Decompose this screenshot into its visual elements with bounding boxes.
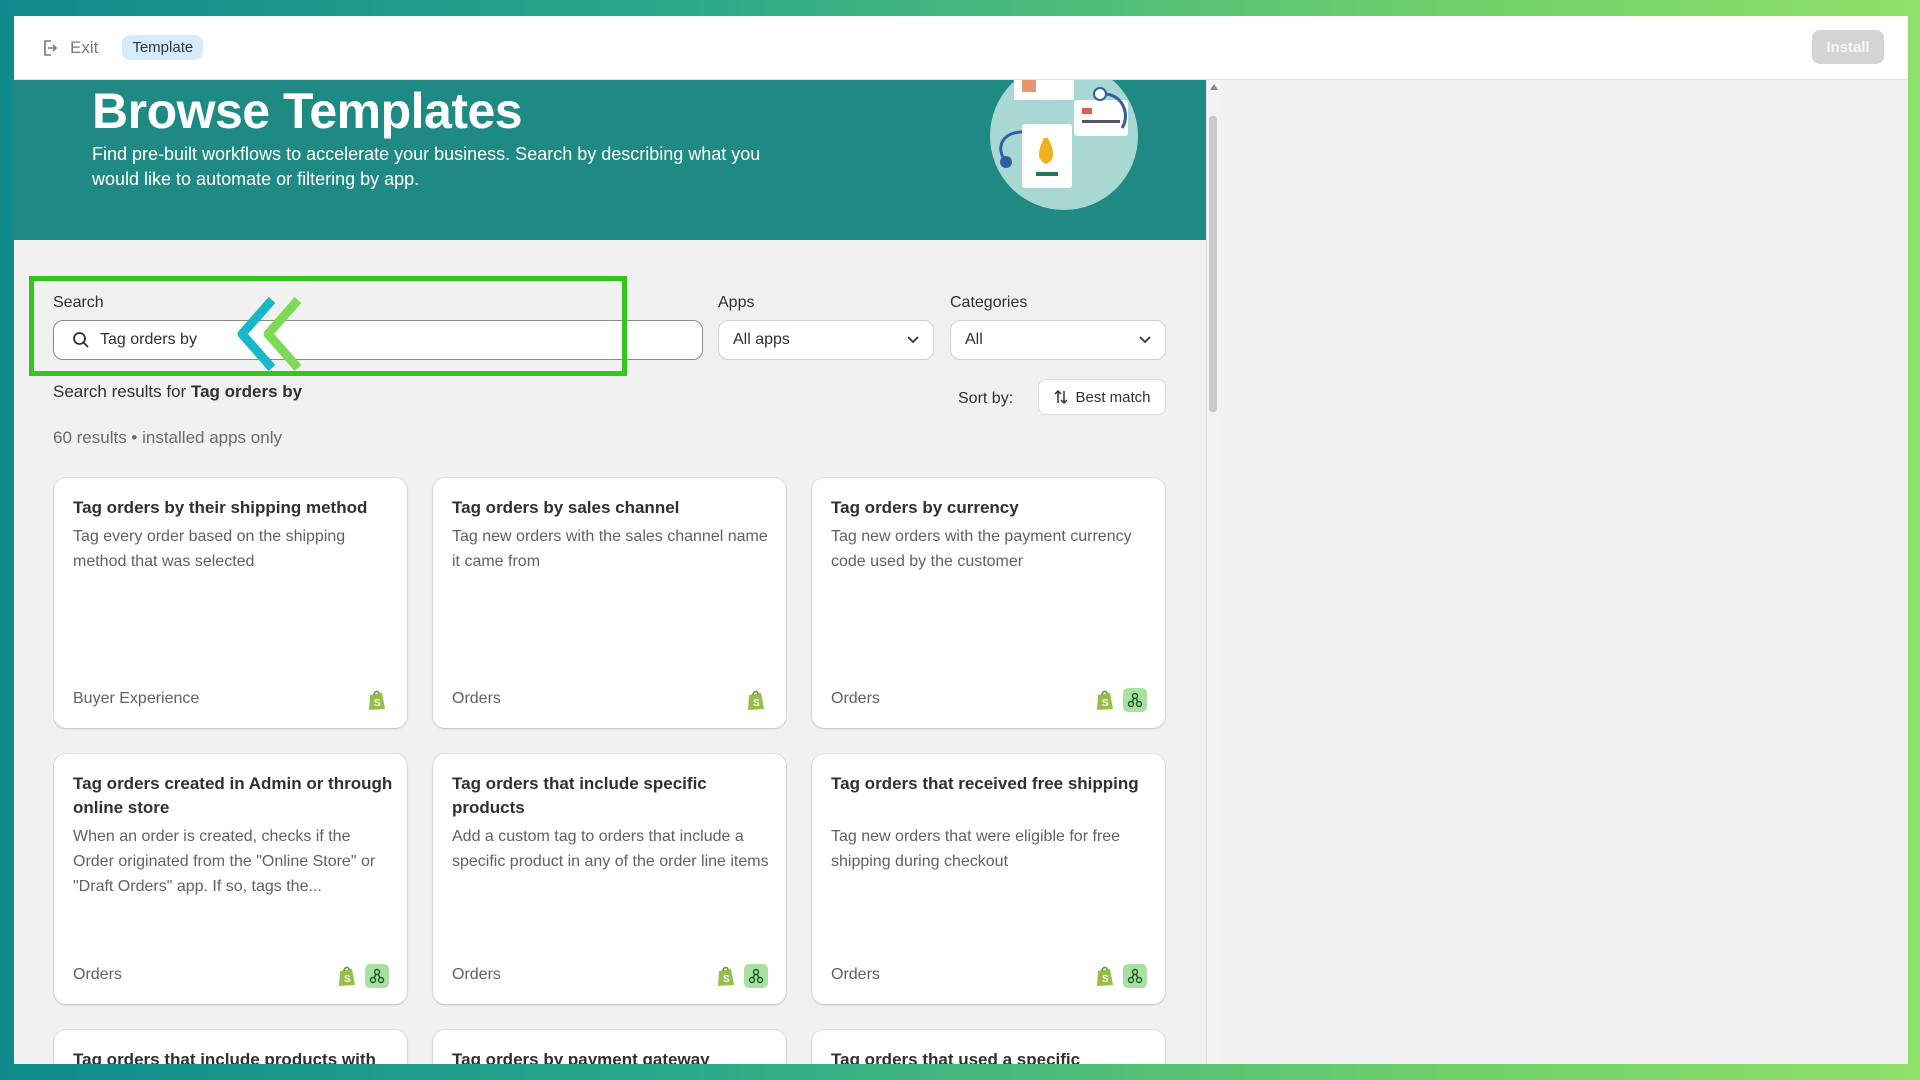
exit-icon [44,39,58,56]
shopify-icon: S [1093,964,1117,988]
sort-value: Best match [1075,388,1151,406]
card-category: Orders [73,966,122,983]
card-title: Tag orders by their shipping method [73,498,368,517]
template-card[interactable]: Tag orders by payment gateway [433,1030,786,1064]
card-app-icons: S [335,964,389,988]
card-category: Orders [452,966,501,983]
shopify-icon: S [335,964,359,988]
apps-select[interactable]: All apps [718,320,934,360]
card-title: Tag orders that include products with [73,1050,376,1064]
hero-illustration [990,80,1138,210]
shopify-icon: S [744,688,768,712]
exit-button[interactable]: Exit [42,38,98,58]
card-title: Tag orders created in Admin or through o… [73,774,393,817]
results-summary: Search results for Tag orders by [53,382,302,402]
svg-text:S: S [344,974,351,985]
card-title: Tag orders by currency [831,498,1019,517]
template-card[interactable]: Tag orders by their shipping method Tag … [54,478,407,728]
flow-icon [365,964,389,988]
card-description: Tag new orders with the sales channel na… [452,528,768,570]
results-query: Tag orders by [190,382,303,401]
shopify-icon: S [1093,688,1117,712]
install-button[interactable]: Install [1812,30,1884,64]
card-title: Tag orders by payment gateway [452,1050,710,1064]
card-category: Orders [831,690,880,707]
flow-icon [1123,688,1147,712]
double-chevron-left-icon [237,297,302,371]
card-category: Buyer Experience [73,690,200,707]
card-title: Tag orders by sales channel [452,498,680,517]
page-title: Browse Templates [92,83,523,139]
categories-label: Categories [950,294,1028,311]
page-subtitle: Find pre-built workflows to accelerate y… [92,144,761,189]
card-description: Tag new orders that were eligible for fr… [831,828,1121,870]
card-app-icons: S [365,688,389,712]
hero-banner: Browse Templates Find pre-built workflow… [14,80,1206,240]
top-bar: Exit Template Install [14,16,1908,80]
sort-button[interactable]: Best match [1038,379,1166,415]
sort-label: Sort by: [958,390,1014,407]
exit-label: Exit [70,37,99,57]
categories-select[interactable]: All [950,320,1166,360]
card-description: Add a custom tag to orders that include … [452,828,769,870]
card-description: Tag new orders with the payment currency… [831,528,1132,570]
results-count: 60 results • installed apps only [53,428,282,447]
template-card[interactable]: Tag orders by sales channel Tag new orde… [433,478,786,728]
search-highlight-box [29,276,627,376]
card-app-icons: S [1093,964,1147,988]
results-prefix: Search results for [53,382,187,401]
card-description: When an order is created, checks if the … [73,828,376,895]
apps-select-value: All apps [733,331,790,348]
card-title: Tag orders that received free shipping [831,774,1139,793]
template-card[interactable]: Tag orders that used a specific [812,1030,1165,1064]
sort-arrows-icon [1054,389,1069,405]
flow-icon [1123,964,1147,988]
main-panel: Browse Templates Find pre-built workflow… [14,80,1220,1064]
card-app-icons: S [744,688,768,712]
svg-text:S: S [753,698,760,709]
template-card[interactable]: Tag orders that include products with [54,1030,407,1064]
card-app-icons: S [1093,688,1147,712]
card-category: Orders [831,966,880,983]
shopify-icon: S [714,964,738,988]
chevron-down-icon [1139,336,1151,344]
template-card[interactable]: Tag orders created in Admin or through o… [54,754,407,1004]
categories-select-value: All [965,331,983,348]
template-card[interactable]: Tag orders that received free shipping T… [812,754,1165,1004]
app-window: Exit Template Install Browse Templates F… [14,16,1908,1064]
template-card[interactable]: Tag orders that include specific product… [433,754,786,1004]
svg-text:S: S [1102,974,1109,985]
shopify-icon: S [365,688,389,712]
chevron-down-icon [907,336,919,344]
template-badge: Template [122,35,204,60]
card-title: Tag orders that include specific product… [452,774,707,817]
card-category: Orders [452,690,501,707]
svg-text:S: S [723,974,730,985]
svg-text:S: S [1102,698,1109,709]
scroll-up-arrow-icon[interactable] [1210,84,1218,90]
svg-text:S: S [374,698,381,709]
template-card[interactable]: Tag orders by currency Tag new orders wi… [812,478,1165,728]
scrollbar-thumb[interactable] [1209,116,1217,412]
apps-label: Apps [718,294,755,311]
flow-icon [744,964,768,988]
card-app-icons: S [714,964,768,988]
card-description: Tag every order based on the shipping me… [73,528,346,570]
card-title: Tag orders that used a specific [831,1050,1081,1064]
